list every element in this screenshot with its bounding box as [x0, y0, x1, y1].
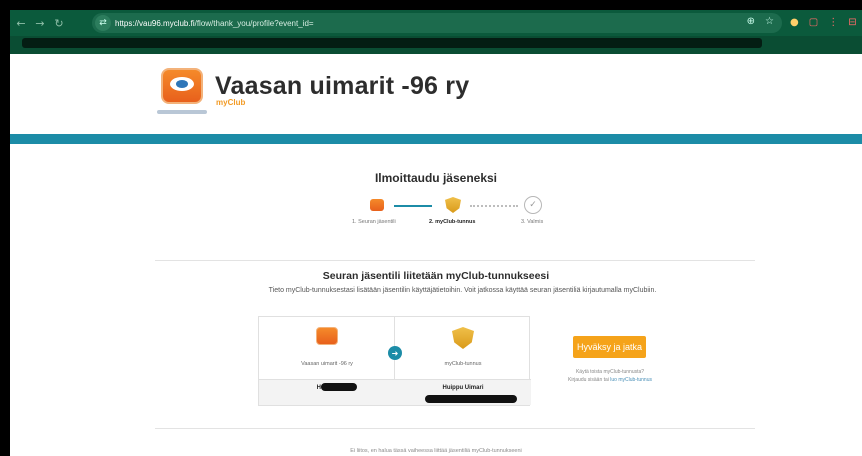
redacted-email	[425, 395, 517, 403]
site-header: Vaasan uimarit -96 ry myClub	[10, 54, 862, 134]
forward-icon[interactable]: →	[32, 17, 48, 30]
step-connector-done	[394, 205, 432, 207]
arrow-right-icon: ➜	[388, 346, 402, 360]
redacted-bookmarks	[22, 38, 762, 48]
reload-icon[interactable]: ↻	[51, 17, 67, 30]
myclub-account-name: myClub-tunnus	[444, 361, 482, 367]
club-subtitle: myClub	[216, 98, 246, 107]
club-logo-icon	[316, 327, 338, 347]
address-bar[interactable]: ⇄ https://vau96.myclub.fi/flow/thank_you…	[92, 13, 782, 33]
stepper: ✓ 1. Seuran jäsentili 2. myClub-tunnus 3…	[10, 191, 862, 237]
redacted-name	[321, 383, 357, 391]
back-icon[interactable]: ←	[13, 17, 29, 30]
page: Vaasan uimarit -96 ry myClub Ilmoittaudu…	[10, 54, 862, 456]
browser-toolbar: ← → ↻ ⇄ https://vau96.myclub.fi/flow/tha…	[10, 10, 862, 36]
club-account-footer: Huippu	[259, 379, 395, 405]
zoom-icon[interactable]: ⊕	[747, 16, 755, 27]
header-band	[10, 134, 862, 144]
extension-icon[interactable]: ⊟	[848, 17, 856, 28]
extension-icon[interactable]: ▢	[809, 17, 818, 28]
section-description: Tieto myClub-tunnuksestasi lisätään jäse…	[268, 287, 657, 294]
club-account-panel: Vaasan uimarit -96 ry Huippu	[259, 317, 395, 405]
divider	[155, 260, 755, 261]
myclub-account-panel: myClub-tunnus Huippu Uimari	[395, 317, 531, 405]
section-title: Seuran jäsentili liitetään myClub-tunnuk…	[322, 270, 550, 282]
extensions-area: ● ▢ ⋮ ⊟ ▣	[790, 17, 862, 28]
myclub-shield-icon	[444, 197, 462, 213]
myclub-shield-icon	[452, 327, 474, 349]
extension-icon[interactable]: ●	[790, 17, 799, 28]
hint-text: Käytä toista myClub-tunnusta?	[575, 369, 645, 375]
site-info-icon[interactable]: ⇄	[95, 15, 111, 31]
bookmarks-bar	[10, 36, 862, 54]
myclub-account-user: Huippu Uimari	[442, 385, 484, 391]
page-title: Ilmoittaudu jäseneksi	[374, 171, 498, 185]
switch-account-hint: Käytä toista myClub-tunnusta? Kirjaudu s…	[550, 368, 670, 384]
step-label: 3. Valmis	[521, 219, 544, 225]
logo-caption	[157, 110, 207, 114]
accept-continue-button[interactable]: Hyväksy ja jatka	[573, 336, 646, 358]
url-text[interactable]: https://vau96.myclub.fi/flow/thank_you/p…	[115, 19, 314, 28]
menu-icon[interactable]: ⋮	[828, 17, 838, 28]
bookmark-star-icon[interactable]: ☆	[765, 16, 774, 27]
step-label-active: 2. myClub-tunnus	[429, 219, 476, 225]
url-domain: https://vau96.myclub.fi	[115, 18, 195, 28]
step-connector-pending	[470, 205, 518, 207]
club-account-name: Vaasan uimarit -96 ry	[301, 361, 353, 367]
logo-badge-icon	[161, 68, 203, 104]
club-logo-icon	[368, 197, 386, 213]
skip-link-note[interactable]: Ei liitos, en halua tässä vaiheessa liit…	[10, 448, 862, 454]
club-logo[interactable]	[153, 64, 213, 114]
club-name: Vaasan uimarit -96 ry	[215, 72, 470, 100]
create-account-link[interactable]: luo myClub-tunnus	[610, 377, 652, 383]
step-label: 1. Seuran jäsentili	[352, 219, 396, 225]
url-path: /flow/thank_you/profile?event_id=	[194, 18, 314, 28]
myclub-account-footer: Huippu Uimari	[395, 379, 531, 405]
account-link-card: Vaasan uimarit -96 ry Huippu ➜ myClub-tu…	[258, 316, 531, 406]
divider	[155, 428, 755, 429]
hint-prefix: Kirjaudu sisään tai	[568, 377, 611, 383]
check-circle-icon: ✓	[524, 196, 542, 214]
